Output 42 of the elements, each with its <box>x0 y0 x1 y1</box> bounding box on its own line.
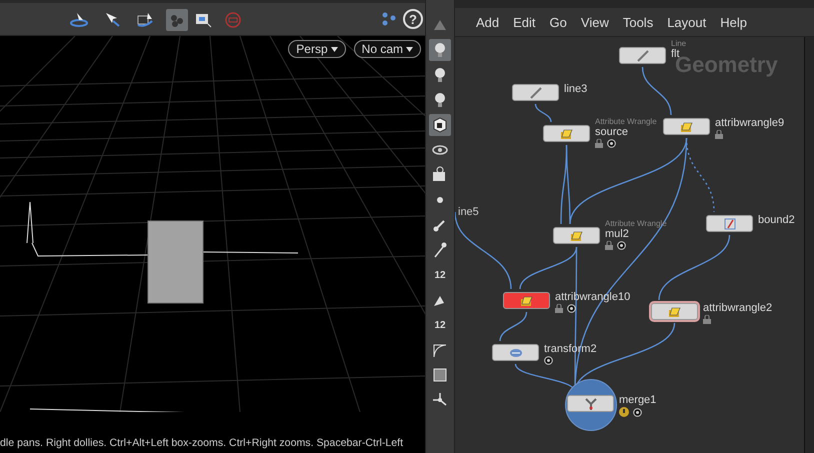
menu-item[interactable]: Help <box>715 12 752 32</box>
node-label: ine5 <box>458 206 479 218</box>
node-wire <box>534 104 552 122</box>
wrangle-node[interactable] <box>663 118 710 135</box>
node-name: merge1 <box>619 394 656 406</box>
wrangle-node[interactable] <box>503 292 550 309</box>
transform-node[interactable] <box>492 344 539 361</box>
node-name: flt <box>671 48 680 60</box>
merge-node[interactable] <box>567 395 614 412</box>
bound-node[interactable] <box>706 215 753 232</box>
wrangle-node[interactable] <box>553 227 600 244</box>
menu-item[interactable]: Add <box>471 12 504 32</box>
node-name: mul2 <box>605 228 630 240</box>
line-node-icon <box>634 48 650 64</box>
menu-item[interactable]: Go <box>544 12 572 32</box>
node-type-label: Attribute Wrangle <box>595 117 657 126</box>
menu-item[interactable]: Tools <box>618 12 658 32</box>
camera-menu[interactable]: No cam <box>354 40 421 58</box>
help-button[interactable]: ? <box>403 9 423 29</box>
menu-item[interactable]: Layout <box>662 12 712 32</box>
node-name: bound2 <box>758 214 795 226</box>
node-type-label: Line <box>671 39 686 48</box>
menu-item[interactable]: View <box>576 12 614 32</box>
wrangle-node[interactable] <box>651 303 698 320</box>
bulb-tool-icon[interactable] <box>429 39 451 61</box>
wrangle-node[interactable] <box>543 125 590 142</box>
node-wire <box>499 312 528 342</box>
line-node-icon <box>528 84 544 100</box>
merge-node-icon <box>582 396 598 412</box>
node-name: attribwrangle2 <box>703 302 772 314</box>
number-tool[interactable]: 12 <box>429 264 451 286</box>
node-name: line3 <box>564 83 588 95</box>
node-name: attribwrangle9 <box>715 117 784 129</box>
camera-menu[interactable]: Persp <box>288 40 346 58</box>
bound-node-icon <box>722 216 738 232</box>
caret-icon <box>330 47 338 52</box>
cube-tool-icon[interactable] <box>429 114 451 136</box>
caret-icon <box>406 47 413 52</box>
menu-item[interactable]: Edit <box>508 12 541 32</box>
node-name: source <box>595 126 630 138</box>
number-tool[interactable]: 12 <box>429 314 451 336</box>
node-wire <box>642 66 672 116</box>
